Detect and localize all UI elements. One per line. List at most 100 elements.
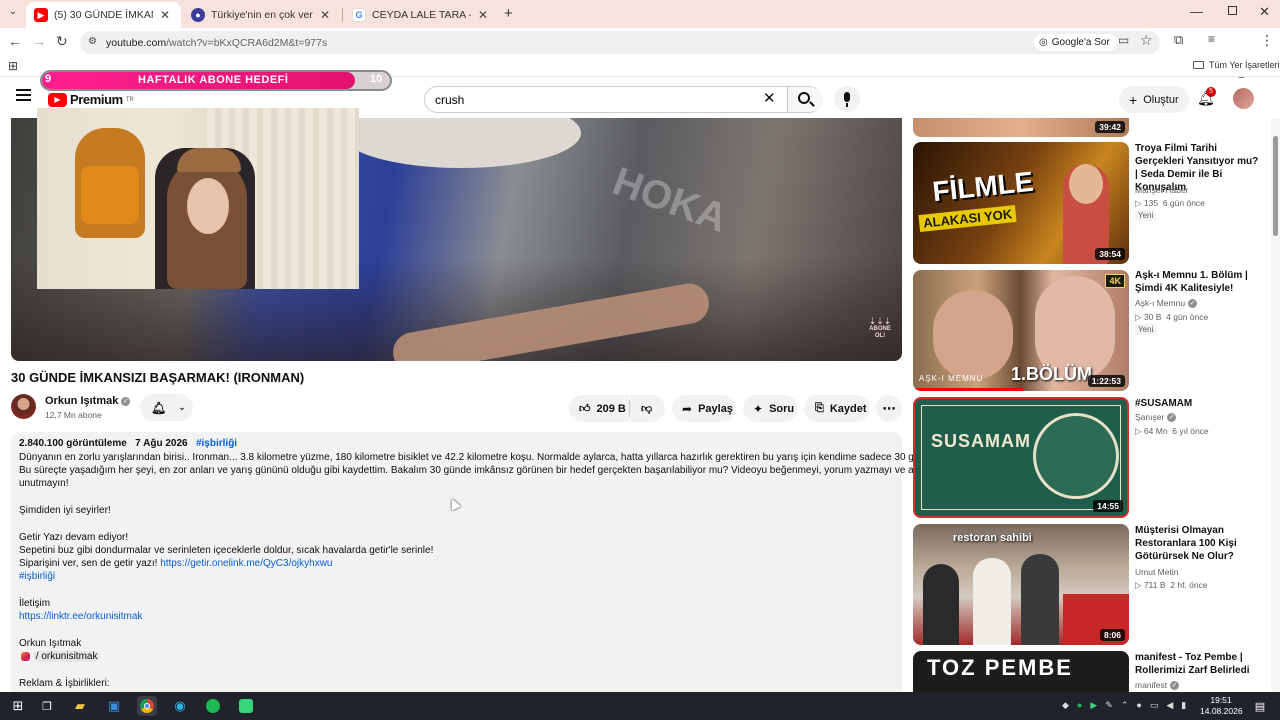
tab-title: Türkiye'nin en çok vergi veren	[211, 9, 313, 21]
edge-icon[interactable]: ◉	[170, 696, 190, 716]
linktree-link[interactable]: https://linktr.ee/orkunisitmak	[19, 611, 142, 622]
bookmark-star-icon[interactable]: ☆	[1140, 32, 1153, 49]
hashtag-link[interactable]: #işbirliği	[196, 438, 237, 449]
spotify-icon[interactable]	[203, 696, 223, 716]
task-view-icon[interactable]: ❐	[37, 696, 57, 716]
dislike-button[interactable]: 👎︎	[630, 395, 665, 422]
create-button[interactable]: + Oluştur	[1119, 86, 1189, 113]
recommendation-channel[interactable]: manifest ✓	[1135, 680, 1180, 691]
minimize-icon[interactable]: —	[1190, 4, 1203, 19]
share-button[interactable]: ➦ Paylaş	[672, 395, 736, 422]
page-scrollbar[interactable]	[1271, 118, 1280, 692]
windows-start-icon[interactable]: ⊞	[8, 696, 28, 716]
streamer-webcam-overlay	[37, 108, 359, 289]
channel-name[interactable]: Orkun Işıtmak ✓	[45, 395, 131, 407]
like-button[interactable]: 👍︎ 209 B	[569, 395, 629, 422]
close-icon[interactable]: ✕	[475, 8, 491, 22]
voice-search-button[interactable]	[834, 86, 860, 112]
recommendation-title[interactable]: #SUSAMAM	[1135, 397, 1260, 410]
subscription-bell-button[interactable]: 🔔︎ ⌄	[140, 394, 193, 421]
tab-news[interactable]: ● Türkiye'nin en çok vergi veren ✕	[183, 2, 341, 28]
recommendation-meta: ▷ 30 B 4 gün önce	[1135, 312, 1208, 323]
menu-icon[interactable]: ⋮	[1260, 32, 1274, 49]
clear-search-icon[interactable]: ✕	[763, 89, 776, 107]
video-description[interactable]: 2.840.100 görüntüleme 7 Ağu 2026 #işbirl…	[11, 432, 968, 702]
cast-icon[interactable]: ▭	[1118, 33, 1129, 47]
recommendation-thumbnail[interactable]: 39:42	[913, 118, 1129, 137]
all-bookmarks[interactable]: Tüm Yer İşaretleri	[1193, 60, 1280, 70]
notification-center-icon[interactable]: ▤	[1250, 696, 1270, 716]
google-lens-button[interactable]: ◎ Google'a Sor	[1034, 34, 1117, 51]
account-avatar[interactable]	[1233, 88, 1254, 109]
scrollbar-thumb[interactable]	[1273, 136, 1278, 236]
verified-icon: ✓	[1170, 681, 1180, 691]
new-badge: Yeni	[1135, 210, 1157, 221]
clock[interactable]: 19:51 14.08.2026	[1200, 695, 1243, 717]
site-info-icon[interactable]: ⚙	[88, 36, 97, 47]
system-tray[interactable]: ◆ ● ▶ ✎ ⌃ ● ▭ ◀ ▮	[1062, 700, 1186, 711]
address-bar[interactable]: ⚙ youtube.com/watch?v=bKxQCRA6d2M&t=977s	[80, 31, 1160, 54]
volume-icon: ◀	[1166, 700, 1174, 710]
recommendation-title[interactable]: Müşterisi Olmayan Restoranlara 100 Kişi …	[1135, 524, 1260, 563]
recommendation-thumbnail[interactable]: TOZ PEMBE	[913, 651, 1129, 692]
thumbnail-tag: 4K	[1105, 274, 1125, 288]
close-icon[interactable]: ✕	[157, 8, 173, 22]
search-input[interactable]	[435, 91, 755, 109]
recommendation-channel[interactable]: Aşk-ı Memnu ✓	[1135, 298, 1198, 309]
upload-age: 6 gün önce	[1162, 198, 1205, 208]
save-button[interactable]: ⎘ Kaydet	[804, 395, 870, 422]
microphone-icon: ●	[1136, 700, 1142, 710]
close-window-icon[interactable]: ✕	[1259, 4, 1270, 20]
description-line: Reklam & İşbirlikleri:	[19, 678, 110, 689]
store-icon[interactable]: ▣	[104, 696, 124, 716]
hashtag-link[interactable]: #işbirliği	[19, 571, 55, 582]
search-button[interactable]	[788, 87, 822, 112]
tab-youtube[interactable]: ▶ (5) 30 GÜNDE İMKANSIZI BAŞA ✕	[26, 2, 181, 28]
close-icon[interactable]: ✕	[317, 8, 333, 22]
channel-avatar[interactable]	[11, 394, 36, 419]
media-controls-icon[interactable]: ≡	[1208, 32, 1215, 46]
notifications-button[interactable]: 🔔︎ 5	[1197, 87, 1217, 110]
thumbs-down-icon: 👎︎	[641, 403, 653, 415]
upload-age: 4 gün önce	[1166, 312, 1209, 322]
more-actions-button[interactable]: ⋯	[876, 395, 902, 422]
channel-name-text: Orkun Işıtmak	[45, 395, 119, 407]
thumbnail-person	[923, 564, 959, 645]
tab-google[interactable]: G CEYDA LALE TARA - Google'da ✕	[344, 2, 499, 28]
recommendation-thumbnail[interactable]: SUSAMAM 14:55	[913, 397, 1129, 518]
getir-link[interactable]: https://getir.onelink.me/QyC3/ojkyhxwu	[160, 558, 332, 569]
recommendation-title[interactable]: manifest - Toz Pembe | Rollerimizi Zarf …	[1135, 651, 1260, 677]
ask-button[interactable]: ✦ Soru	[743, 395, 798, 422]
hamburger-menu-icon[interactable]	[16, 89, 31, 101]
forward-icon[interactable]: →	[32, 33, 46, 49]
recommendation-channel[interactable]: Umut Metin	[1135, 567, 1178, 577]
app-icon[interactable]	[236, 696, 256, 716]
file-explorer-icon[interactable]: ▰	[70, 696, 90, 716]
youtube-logo[interactable]: ▶ Premium TR	[48, 92, 134, 107]
youtube-icon: ▶	[34, 8, 48, 22]
description-line: İletişim	[19, 598, 51, 609]
streamer-face	[187, 178, 229, 234]
apps-icon[interactable]: ⊞	[8, 59, 18, 73]
recommendation-channel[interactable]: Manşet Haber	[1135, 185, 1188, 195]
new-tab-icon[interactable]: +	[504, 5, 513, 22]
recommendation-channel[interactable]: Şanışer ✓	[1135, 412, 1177, 423]
recommendation-thumbnail[interactable]: FİLMLE ALAKASI YOK 38:54	[913, 142, 1129, 264]
extensions-icon[interactable]: ⧉	[1174, 32, 1183, 48]
back-icon[interactable]: ←	[8, 33, 22, 49]
subscriber-count: 12,7 Mn abone	[45, 410, 102, 420]
reload-icon[interactable]: ↻	[56, 33, 68, 50]
recommendation-thumbnail[interactable]: restoran sahibi 8:06	[913, 524, 1129, 645]
recommendation-title[interactable]: Aşk-ı Memnu 1. Bölüm | Şimdi 4K Kalitesi…	[1135, 269, 1260, 295]
instagram-handle[interactable]: / orkunisitmak	[19, 651, 101, 662]
tab-search-icon[interactable]: ⌄	[6, 6, 20, 20]
recommendation-thumbnail[interactable]: 4K AŞK-I MEMNU 1.BÖLÜM 1:22:53	[913, 270, 1129, 391]
lens-icon: ◎	[1039, 37, 1048, 48]
thumbnail-person	[1021, 554, 1059, 645]
tab-title: CEYDA LALE TARA - Google'da	[372, 9, 471, 21]
chrome-icon[interactable]	[137, 696, 157, 716]
video-duration: 38:54	[1095, 248, 1125, 260]
restore-icon[interactable]	[1228, 6, 1237, 15]
thumbnail-text: 1.BÖLÜM	[1011, 364, 1092, 384]
plus-icon: +	[1129, 91, 1138, 108]
